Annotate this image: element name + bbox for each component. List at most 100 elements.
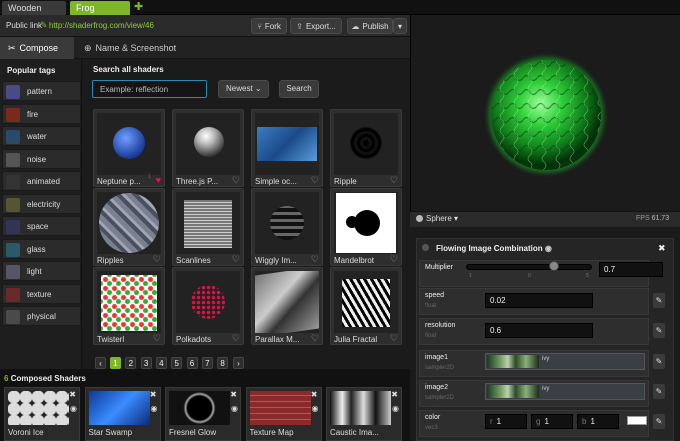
tab-wooden-bun[interactable]: Wooden Bun✖ [2, 1, 66, 27]
shader-card[interactable]: Twisterl ♡ [93, 267, 165, 345]
composed-shader-thumbnail[interactable] [8, 391, 69, 425]
tag-space[interactable]: space [2, 216, 81, 236]
tag-physical[interactable]: physical [2, 306, 81, 326]
tag-noise[interactable]: noise [2, 148, 81, 169]
page-5-button[interactable]: 5 [171, 357, 183, 369]
speed-input[interactable]: 0.02 [485, 293, 593, 308]
page-7-button[interactable]: 7 [201, 357, 213, 369]
next-page-button[interactable]: › [233, 357, 244, 369]
color-swatch[interactable] [627, 416, 647, 425]
shader-card[interactable]: Simple oc... ♡ [251, 109, 323, 187]
color-r-input[interactable]: r1 [485, 414, 527, 429]
eye-icon[interactable]: ◉ [312, 404, 319, 413]
shader-thumbnail[interactable] [176, 271, 240, 333]
heart-icon[interactable]: ♡ [390, 333, 398, 344]
shader-thumbnail[interactable] [97, 192, 161, 254]
shader-card[interactable]: Ripples ♡ [93, 188, 165, 266]
add-tab-icon[interactable]: ✚ [134, 1, 143, 14]
shader-preview[interactable] [410, 15, 680, 211]
shader-thumbnail[interactable] [176, 192, 240, 254]
tag-fire[interactable]: fire [2, 103, 81, 124]
eye-icon[interactable]: ◉ [392, 404, 399, 413]
heart-icon[interactable]: ♡ [153, 254, 161, 265]
shader-thumbnail[interactable] [255, 113, 319, 175]
shader-thumbnail[interactable] [334, 271, 398, 333]
close-icon[interactable]: ✖ [658, 243, 666, 254]
shader-thumbnail[interactable] [97, 271, 161, 333]
image1-sampler[interactable]: ivy [485, 353, 645, 370]
publish-dropdown-button[interactable]: ▾ [393, 18, 407, 34]
resolution-input[interactable]: 0.6 [485, 323, 593, 338]
composed-shader-thumbnail[interactable] [169, 391, 230, 425]
publish-button[interactable]: ☁ Publish [347, 18, 393, 34]
shader-card[interactable]: Wiggly Im... ♡ [251, 188, 323, 266]
heart-icon[interactable]: ♡ [311, 175, 319, 186]
composed-shader-card[interactable]: ✖ ◉ Voroni Ice [4, 387, 80, 441]
composed-shader-thumbnail[interactable] [88, 391, 150, 425]
tab-name-screenshot[interactable]: ⊕ Name & Screenshot [84, 37, 176, 59]
tag-animated[interactable]: animated [2, 171, 81, 191]
search-input[interactable] [92, 80, 207, 98]
composed-shader-thumbnail[interactable] [249, 391, 311, 425]
shader-card[interactable]: Ripple ♡ [330, 109, 402, 187]
eye-icon[interactable]: ◉ [545, 244, 552, 253]
composed-shader-card[interactable]: ✖ ◉ Star Swamp [84, 387, 161, 441]
close-icon[interactable]: ✖ [150, 390, 157, 399]
shader-card[interactable]: Mandelbrot ♡ [330, 188, 402, 266]
search-button[interactable]: Search [279, 80, 319, 98]
eye-icon[interactable]: ◉ [151, 404, 158, 413]
close-icon[interactable]: ✖ [311, 390, 318, 399]
heart-icon[interactable]: ♡ [311, 333, 319, 344]
multiplier-slider[interactable] [466, 264, 592, 270]
shader-card[interactable]: Scanlines ♡ [172, 188, 244, 266]
shader-card[interactable]: Neptune p... 1 ♥ [93, 109, 165, 187]
export-button[interactable]: ⇪ Export... [290, 18, 342, 34]
composed-shader-card[interactable]: ✖ ◉ Fresnel Glow [165, 387, 241, 441]
close-icon[interactable]: ✖ [230, 390, 237, 399]
close-icon[interactable]: ✖ [69, 390, 76, 399]
page-8-button[interactable]: 8 [217, 357, 229, 369]
composed-shader-thumbnail[interactable] [330, 391, 391, 425]
page-3-button[interactable]: 3 [140, 357, 152, 369]
shader-thumbnail[interactable] [334, 192, 398, 254]
shader-card[interactable]: Julia Fractal ♡ [330, 267, 402, 345]
composed-shader-card[interactable]: ✖ ◉ Caustic Ima... [326, 387, 402, 441]
shader-card[interactable]: Three.js P... ♡ [172, 109, 244, 187]
prev-page-button[interactable]: ‹ [95, 357, 106, 369]
edit-icon[interactable]: ✎ [653, 354, 665, 369]
geometry-select[interactable]: Sphere ▾ [416, 214, 458, 223]
edit-icon[interactable]: ✎ [653, 323, 665, 338]
color-g-input[interactable]: g1 [531, 414, 573, 429]
fork-button[interactable]: ⑂ Fork [251, 18, 287, 34]
eye-icon[interactable]: ◉ [231, 404, 238, 413]
page-1-button[interactable]: 1 [110, 357, 121, 369]
tab-frog-skin[interactable]: Frog Skin✖ [70, 1, 130, 27]
heart-icon[interactable]: ♡ [153, 333, 161, 344]
shader-thumbnail[interactable] [176, 113, 240, 175]
heart-icon[interactable]: ♡ [390, 175, 398, 186]
tag-glass[interactable]: glass [2, 238, 81, 259]
edit-icon[interactable]: ✎ [653, 293, 665, 308]
heart-icon[interactable]: ♡ [311, 254, 319, 265]
heart-icon[interactable]: ♥ [156, 175, 161, 185]
shader-thumbnail[interactable] [255, 271, 319, 333]
page-4-button[interactable]: 4 [155, 357, 167, 369]
page-6-button[interactable]: 6 [186, 357, 198, 369]
heart-icon[interactable]: ♡ [232, 333, 240, 344]
page-2-button[interactable]: 2 [125, 357, 137, 369]
sort-dropdown[interactable]: Newest ⌄ [218, 80, 269, 98]
image2-sampler[interactable]: ivy [485, 383, 645, 400]
edit-icon[interactable]: ✎ [653, 414, 665, 429]
heart-icon[interactable]: ♡ [232, 254, 240, 265]
multiplier-input[interactable]: 0.7 [599, 262, 663, 277]
shader-card[interactable]: Parallax M... ♡ [251, 267, 323, 345]
tag-light[interactable]: light [2, 261, 81, 281]
tab-compose[interactable]: ✂ Compose [0, 37, 74, 59]
tag-pattern[interactable]: pattern [2, 81, 81, 101]
heart-icon[interactable]: ♡ [390, 254, 398, 265]
tag-texture[interactable]: texture [2, 283, 81, 304]
shader-card[interactable]: Polkadots ♡ [172, 267, 244, 345]
shader-thumbnail[interactable] [97, 113, 161, 175]
edit-icon[interactable]: ✎ [653, 384, 665, 399]
tag-water[interactable]: water [2, 126, 81, 146]
